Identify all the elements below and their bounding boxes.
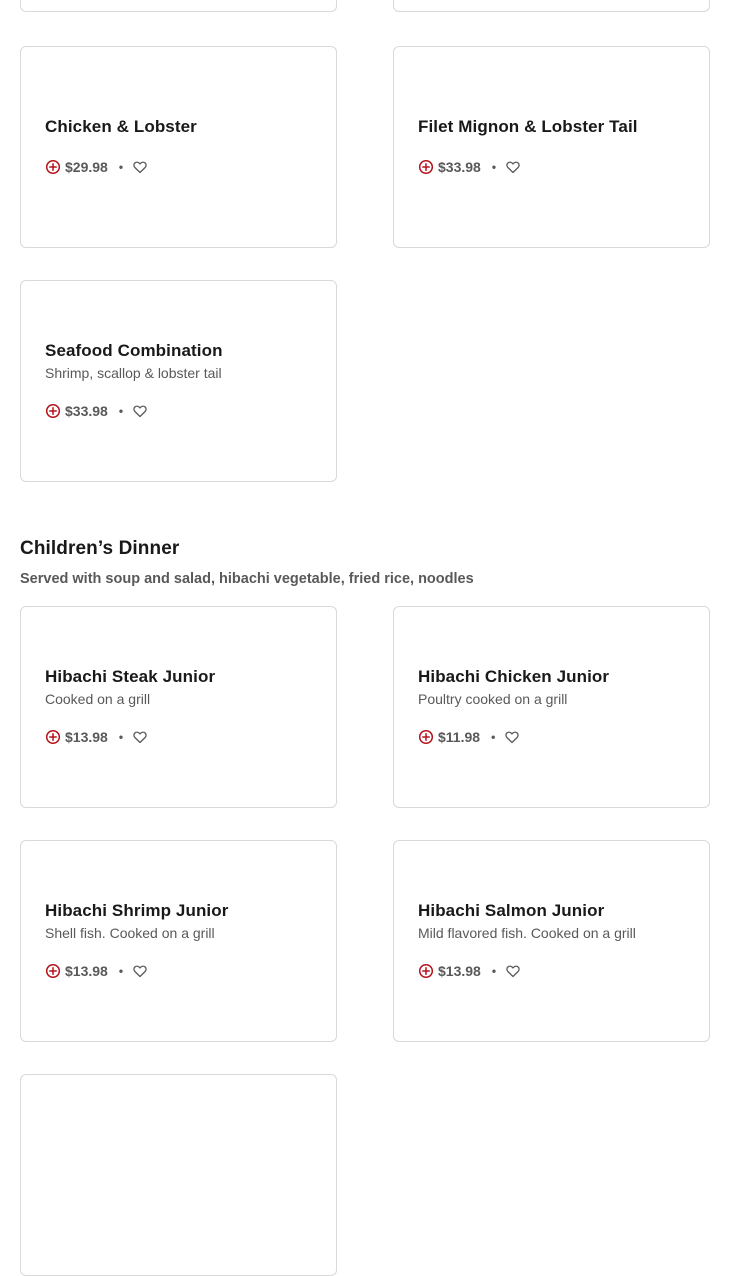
item-name: Hibachi Chicken Junior	[418, 667, 610, 686]
menu-item-card[interactable]: Filet Mignon & Lobster Tail $33.98 •	[393, 46, 710, 248]
item-description: Shell fish. Cooked on a grill	[45, 925, 215, 941]
menu-item-card-partial[interactable]	[20, 1074, 337, 1276]
add-circle-icon[interactable]	[45, 963, 61, 979]
item-price: $13.98	[65, 963, 108, 979]
price-row: $29.98 •	[45, 157, 316, 177]
item-description: Cooked on a grill	[45, 691, 151, 707]
section-subtitle: Served with soup and salad, hibachi vege…	[20, 571, 474, 587]
menu-item-card[interactable]: Hibachi Shrimp Junior Shell fish. Cooked…	[20, 840, 337, 1042]
heart-outline-icon[interactable]	[132, 963, 148, 979]
menu-item-card[interactable]: Hibachi Chicken Junior Poultry cooked on…	[393, 606, 710, 808]
add-circle-icon[interactable]	[45, 159, 61, 175]
price-row: $13.98 •	[418, 961, 689, 981]
separator-dot: •	[118, 730, 124, 744]
section-title: Children’s Dinner	[20, 538, 180, 559]
heart-outline-icon[interactable]	[132, 159, 148, 175]
menu-item-card[interactable]: Hibachi Salmon Junior Mild flavored fish…	[393, 840, 710, 1042]
heart-outline-icon[interactable]	[132, 729, 148, 745]
item-description: Poultry cooked on a grill	[418, 691, 568, 707]
price-row: $33.98 •	[418, 157, 689, 177]
add-circle-icon[interactable]	[418, 729, 434, 745]
price-row: $13.98 •	[45, 727, 316, 747]
item-price: $33.98	[438, 159, 481, 175]
item-price: $29.98	[65, 159, 108, 175]
price-row: $11.98 •	[418, 727, 689, 747]
price-row: $33.98 •	[45, 401, 316, 421]
menu-item-card[interactable]: Seafood Combination Shrimp, scallop & lo…	[20, 280, 337, 482]
item-description: Shrimp, scallop & lobster tail	[45, 365, 222, 381]
add-circle-icon[interactable]	[418, 159, 434, 175]
item-name: Hibachi Steak Junior	[45, 667, 216, 686]
item-price: $11.98	[438, 729, 481, 745]
item-name: Seafood Combination	[45, 341, 223, 360]
add-circle-icon[interactable]	[45, 403, 61, 419]
separator-dot: •	[491, 964, 497, 978]
item-price: $33.98	[65, 403, 108, 419]
add-circle-icon[interactable]	[418, 963, 434, 979]
separator-dot: •	[491, 730, 496, 744]
item-name: Filet Mignon & Lobster Tail	[418, 117, 638, 136]
item-name: Hibachi Shrimp Junior	[45, 901, 229, 920]
separator-dot: •	[118, 160, 124, 174]
heart-outline-icon[interactable]	[132, 403, 148, 419]
heart-outline-icon[interactable]	[505, 963, 521, 979]
item-name: Chicken & Lobster	[45, 117, 197, 136]
item-name: Hibachi Salmon Junior	[418, 901, 605, 920]
menu-item-card-partial[interactable]	[393, 0, 710, 12]
add-circle-icon[interactable]	[45, 729, 61, 745]
separator-dot: •	[118, 964, 124, 978]
menu-item-card[interactable]: Hibachi Steak Junior Cooked on a grill $…	[20, 606, 337, 808]
item-description: Mild flavored fish. Cooked on a grill	[418, 925, 636, 941]
menu-item-card[interactable]: Chicken & Lobster $29.98 •	[20, 46, 337, 248]
item-price: $13.98	[65, 729, 108, 745]
menu-item-card-partial[interactable]	[20, 0, 337, 12]
heart-outline-icon[interactable]	[505, 159, 521, 175]
item-price: $13.98	[438, 963, 481, 979]
price-row: $13.98 •	[45, 961, 316, 981]
separator-dot: •	[118, 404, 124, 418]
heart-outline-icon[interactable]	[504, 729, 520, 745]
separator-dot: •	[491, 160, 497, 174]
